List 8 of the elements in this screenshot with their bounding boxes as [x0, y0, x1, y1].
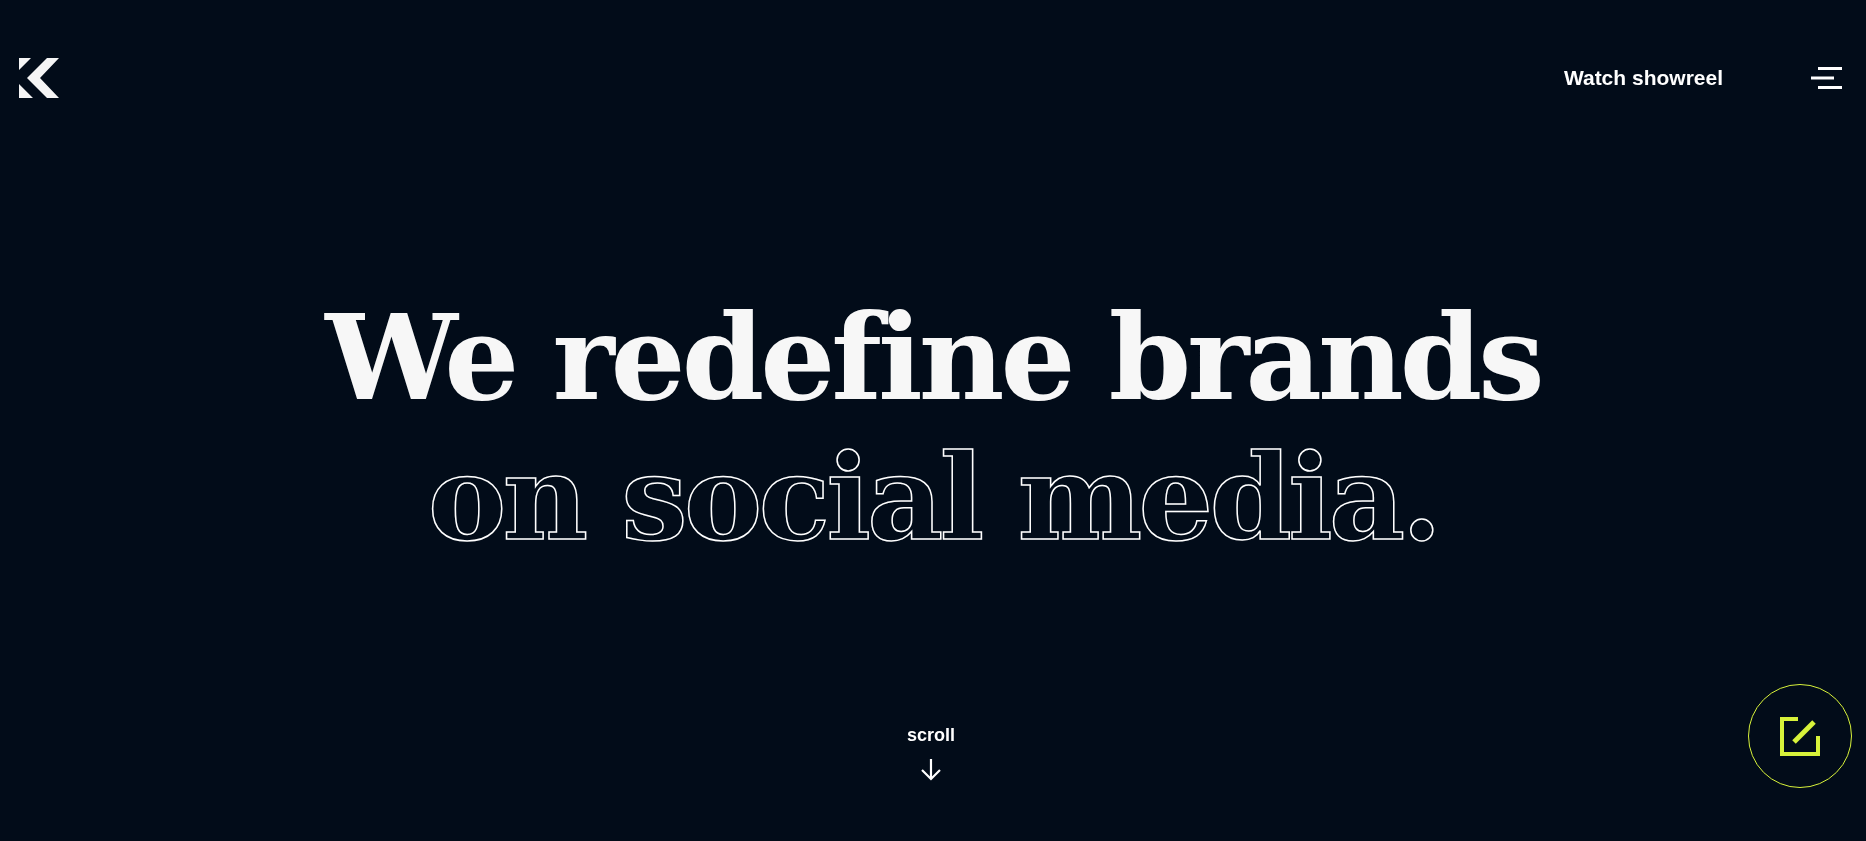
edit-icon [1780, 716, 1820, 756]
arrow-down-icon[interactable] [919, 757, 943, 781]
headline: We redefine brands [325, 288, 1541, 428]
showreel-link[interactable]: Watch showreel [1563, 62, 1723, 94]
headline-outline: on social media. [427, 428, 1439, 568]
scroll-label: scroll [907, 724, 955, 747]
menu-icon[interactable] [1811, 67, 1842, 89]
logo-icon[interactable] [19, 58, 59, 98]
